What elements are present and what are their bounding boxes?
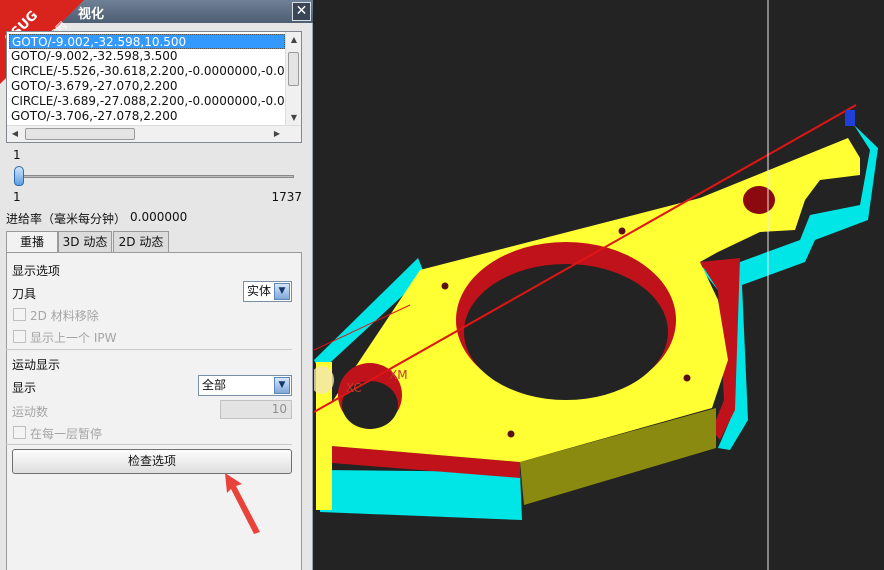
list-item[interactable]: GOTO/-3.706,-27.078,2.200 [9, 109, 285, 124]
motion-count-label: 运动数 [12, 405, 49, 419]
section-divider [6, 349, 292, 350]
scroll-left-icon[interactable]: ◀ [7, 126, 23, 142]
list-item[interactable]: CIRCLE/-5.526,-30.618,2.200,-0.0000000,-… [9, 64, 285, 79]
scroll-right-icon[interactable]: ▶ [269, 126, 285, 142]
chevron-down-icon[interactable]: ▼ [274, 377, 290, 394]
annotation-arrow-icon [225, 473, 260, 534]
scroll-down-icon[interactable]: ▼ [286, 110, 302, 126]
fixture-bottom-block [320, 470, 522, 520]
tool-select[interactable]: 实体 ▼ [243, 281, 292, 302]
tab-replay[interactable]: 重播 [6, 231, 58, 253]
slider-max-label: 1737 [271, 190, 302, 204]
start-marker [845, 110, 855, 126]
chevron-down-icon[interactable]: ▼ [274, 283, 290, 300]
playback-slider[interactable] [14, 175, 294, 178]
listbox-rows: GOTO/-9.002,-32.598,10.500 GOTO/-9.002,-… [9, 34, 285, 124]
display-select[interactable]: 全部 ▼ [198, 375, 292, 396]
feedrate-label: 进给率（毫米每分钟） [6, 212, 127, 226]
pause-each-level-checkbox[interactable] [13, 426, 26, 439]
axis-label-xc: XC [346, 381, 362, 395]
list-item[interactable]: GOTO/-9.002,-32.598,10.500 [9, 34, 285, 49]
slider-thumb[interactable] [14, 166, 24, 186]
axis-label-xm: XM [389, 368, 408, 382]
display-options-heading: 显示选项 [12, 264, 61, 278]
horizontal-scroll-thumb[interactable] [25, 128, 135, 140]
material-removal-2d-checkbox[interactable] [13, 308, 26, 321]
dialog-titlebar[interactable]: 视化 ✕ [0, 0, 313, 23]
show-prev-ipw-label: 显示上一个 IPW [30, 331, 117, 345]
tab-2d-dynamic[interactable]: 2D 动态 [113, 231, 169, 252]
close-button[interactable]: ✕ [292, 2, 311, 21]
slider-min-label: 1 [13, 190, 21, 204]
feedrate-value: 0.000000 [130, 210, 188, 224]
pause-each-level-label: 在每一层暂停 [30, 427, 103, 441]
tool-label: 刀具 [12, 287, 37, 301]
vertical-scrollbar[interactable]: ▲ ▼ [285, 32, 301, 126]
scroll-up-icon[interactable]: ▲ [286, 32, 302, 48]
list-item[interactable]: GOTO/-3.679,-27.070,2.200 [9, 79, 285, 94]
show-prev-ipw-checkbox[interactable] [13, 330, 26, 343]
horizontal-scrollbar[interactable]: ◀ ▶ [7, 125, 301, 142]
slider-current-value: 1 [13, 148, 21, 162]
visualize-dialog: 视化 ✕ 9SUG 学UG就上UG网 GOTO/-9.002,-32.598,1… [0, 0, 313, 570]
upper-hole [743, 186, 775, 214]
display-select-value: 全部 [202, 378, 227, 392]
pocket-hole [464, 264, 668, 400]
list-item[interactable]: GOTO/-9.002,-32.598,3.500 [9, 49, 285, 64]
section-divider [6, 444, 292, 445]
material-removal-2d-label: 2D 材料移除 [30, 309, 99, 323]
motion-display-heading: 运动显示 [12, 358, 61, 372]
display-label: 显示 [12, 381, 37, 395]
tool-select-value: 实体 [247, 284, 272, 298]
toolpath-listbox[interactable]: GOTO/-9.002,-32.598,10.500 GOTO/-9.002,-… [6, 31, 302, 143]
list-item[interactable]: CIRCLE/-3.689,-27.088,2.200,-0.0000000,-… [9, 94, 285, 109]
dialog-title: 视化 [78, 7, 105, 22]
part-model-view [310, 0, 878, 570]
motion-count-field[interactable]: 10 [220, 400, 292, 419]
graphics-viewport[interactable]: XC XM [310, 0, 884, 570]
tab-3d-dynamic[interactable]: 3D 动态 [58, 231, 112, 252]
vertical-scroll-thumb[interactable] [288, 52, 299, 86]
